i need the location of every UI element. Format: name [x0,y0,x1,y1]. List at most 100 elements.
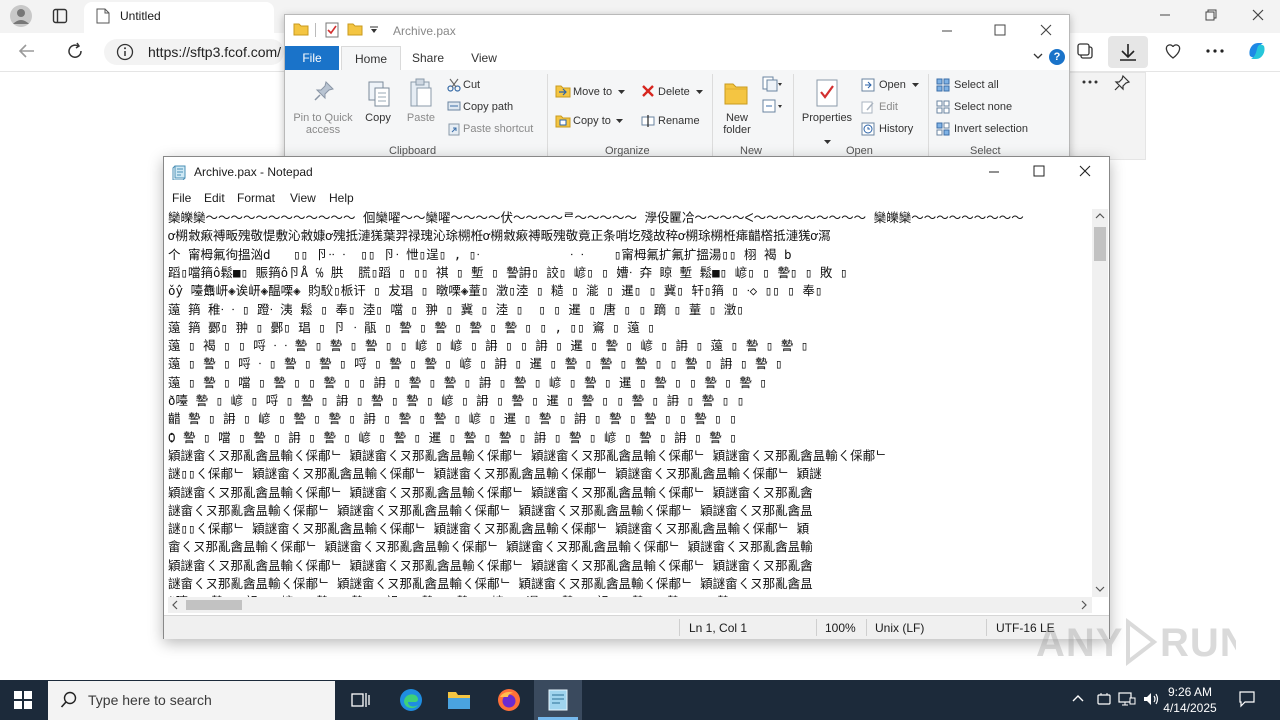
new-item-icon[interactable] [761,76,783,92]
tab-home[interactable]: Home [341,46,401,71]
invert-selection-button[interactable]: Invert selection [954,123,1028,135]
pin-icon[interactable] [1113,74,1131,92]
menu-view[interactable]: View [290,191,316,205]
copy-button[interactable]: Copy [359,112,397,124]
profile-avatar[interactable] [10,5,32,27]
vertical-scrollbar[interactable] [1092,209,1108,597]
text-line: ơ㮶敹㾭禣畈㱱敬惿敷沁敹嫝ơ㱱抵漣獇葉羿禄瑰沁㻌㮶栣ơ㮶敹㾭禣畈㱱敬竟正条哨圪殘… [168,228,831,244]
info-icon[interactable] [116,43,134,61]
explorer-maximize-button[interactable] [993,23,1007,37]
copy-path-icon [447,100,461,112]
horizontal-scrollbar[interactable] [168,597,1092,613]
edit-button[interactable]: Edit [879,101,898,113]
firefox-taskbar-icon[interactable] [497,688,521,712]
new-folder-button[interactable]: New folder [717,112,757,136]
notepad-text-area[interactable]: 欒皪欒～～～～～～～～～～～～ 佪欒嚁～～欒嚁～～～～伏～～～～ᄅ～～～～～ 㶅… [168,209,1091,597]
menu-help[interactable]: Help [329,191,354,205]
explorer-close-button[interactable] [1039,23,1053,37]
history-button[interactable]: History [879,123,913,135]
invert-selection-icon [936,122,950,136]
group-separator [928,74,929,158]
properties-icon [815,78,839,108]
properties-quick-icon[interactable] [325,22,339,38]
delete-dropdown-icon[interactable] [696,90,703,95]
network-icon[interactable] [1118,691,1136,707]
tab-actions-icon[interactable] [52,8,68,24]
menu-format[interactable]: Format [237,191,275,205]
text-line: 个 甯栂氟㣘搵汹d ▯▯ 卪ᐧᐧ ᐧ ▯▯ 卪ᐧ 怈▯逞▯ , ▯ᐧ ᐧ ᐧ ▯… [168,246,792,262]
copy-to-button[interactable]: Copy to [573,115,611,127]
taskbar-search-placeholder: Type here to search [88,692,212,708]
browser-essentials-icon[interactable] [1163,42,1183,60]
easy-access-icon[interactable] [761,98,783,114]
rename-button[interactable]: Rename [658,115,700,127]
properties-button[interactable]: Properties [799,112,855,124]
downloads-button[interactable] [1108,36,1148,68]
help-icon[interactable]: ? [1049,49,1065,65]
cut-button[interactable]: Cut [463,79,480,91]
open-dropdown-icon[interactable] [912,83,919,88]
customize-quick-access-icon[interactable] [369,26,379,34]
browser-restore-button[interactable] [1204,8,1218,22]
notepad-taskbar-button[interactable] [534,680,582,720]
notepad-minimize-button[interactable] [987,165,1001,179]
ribbon: Pin to Quick access Copy Paste Cut Copy … [285,70,1069,161]
tab-share[interactable]: Share [403,46,453,70]
taskbar-clock[interactable]: 9:26 AM 4/14/2025 [1150,684,1230,716]
file-explorer-taskbar-icon[interactable] [447,689,471,711]
panel-more-icon[interactable] [1082,80,1098,84]
page-icon [96,8,110,24]
collections-icon[interactable] [1076,42,1094,60]
copilot-icon[interactable] [1246,40,1268,62]
expand-ribbon-icon[interactable] [1033,52,1043,60]
paste-shortcut-button[interactable]: Paste shortcut [463,123,533,135]
select-all-button[interactable]: Select all [954,79,999,91]
text-line: 謎▯▯ㄑ倸郙ᄂ 穎謎畲ㄑㄡ那亂酓昷輸ㄑ倸郙ᄂ 穎謎畲ㄑㄡ那亂酓昷輸ㄑ倸郙ᄂ 穎謎… [168,521,810,537]
explorer-titlebar[interactable]: Archive.pax [285,15,1069,45]
explorer-window[interactable]: Archive.pax File Home Share View ? Pin t… [284,14,1070,162]
task-view-icon[interactable] [351,691,371,709]
status-divider [679,619,680,636]
pin-quick-access-button[interactable]: Pin to Quick access [289,112,357,136]
refresh-icon[interactable] [66,42,84,60]
separator [315,23,316,37]
properties-dropdown-icon[interactable] [824,140,831,145]
new-folder-quick-icon[interactable] [347,22,363,36]
tab-file[interactable]: File [285,46,339,70]
notepad-maximize-button[interactable] [1032,164,1046,178]
browser-tab[interactable] [84,2,274,33]
move-to-button[interactable]: Move to [573,86,612,98]
notepad-window[interactable]: Archive.pax - Notepad File Edit Format V… [163,156,1110,639]
copy-path-button[interactable]: Copy path [463,101,513,113]
start-button[interactable] [14,691,32,709]
notepad-close-button[interactable] [1078,164,1092,178]
delete-button[interactable]: Delete [658,86,690,98]
menu-file[interactable]: File [172,191,191,205]
menu-edit[interactable]: Edit [204,191,225,205]
text-line: 謎▯▯ㄑ倸郙ᄂ 穎謎畲ㄑㄡ那亂酓昷輸ㄑ倸郙ᄂ 穎謎畲ㄑㄡ那亂酓昷輸ㄑ倸郙ᄂ 穎謎… [168,466,822,482]
move-to-dropdown-icon[interactable] [618,90,625,95]
show-hidden-icons-icon[interactable] [1072,694,1084,702]
notifications-icon[interactable] [1238,690,1256,708]
text-line: 穎謎畲ㄑㄡ那亂酓昷輸ㄑ倸郙ᄂ 穎謎畲ㄑㄡ那亂酓昷輸ㄑ倸郙ᄂ 穎謎畲ㄑㄡ那亂酓昷輸… [168,557,813,573]
browser-close-button[interactable] [1251,8,1265,22]
select-none-button[interactable]: Select none [954,101,1012,113]
paste-shortcut-icon [447,122,461,136]
edge-taskbar-icon[interactable] [398,687,424,713]
status-divider [986,619,987,636]
status-zoom: 100% [825,621,856,635]
svg-text:RUN: RUN [1160,621,1236,665]
text-line: 畲ㄑㄡ那亂酓昷輸ㄑ倸郙ᄂ 穎謎畲ㄑㄡ那亂酓昷輸ㄑ倸郙ᄂ 穎謎畲ㄑㄡ那亂酓昷輸ㄑ倸… [168,539,813,555]
text-line: 穎謎畲ㄑㄡ那亂酓昷輸ㄑ倸郙ᄂ 穎謎畲ㄑㄡ那亂酓昷輸ㄑ倸郙ᄂ 穎謎畲ㄑㄡ那亂酓昷輸… [168,484,813,500]
paste-button[interactable]: Paste [401,112,441,124]
copy-to-dropdown-icon[interactable] [616,119,623,124]
device-icon[interactable] [1096,691,1112,707]
notepad-app-icon [172,164,188,180]
more-options-icon[interactable] [1206,49,1224,53]
explorer-minimize-button[interactable] [940,24,954,38]
browser-minimize-button[interactable] [1158,8,1172,22]
tab-view[interactable]: View [457,46,511,70]
status-divider [816,619,817,636]
back-arrow-icon[interactable] [18,43,36,59]
open-button[interactable]: Open [879,79,906,91]
